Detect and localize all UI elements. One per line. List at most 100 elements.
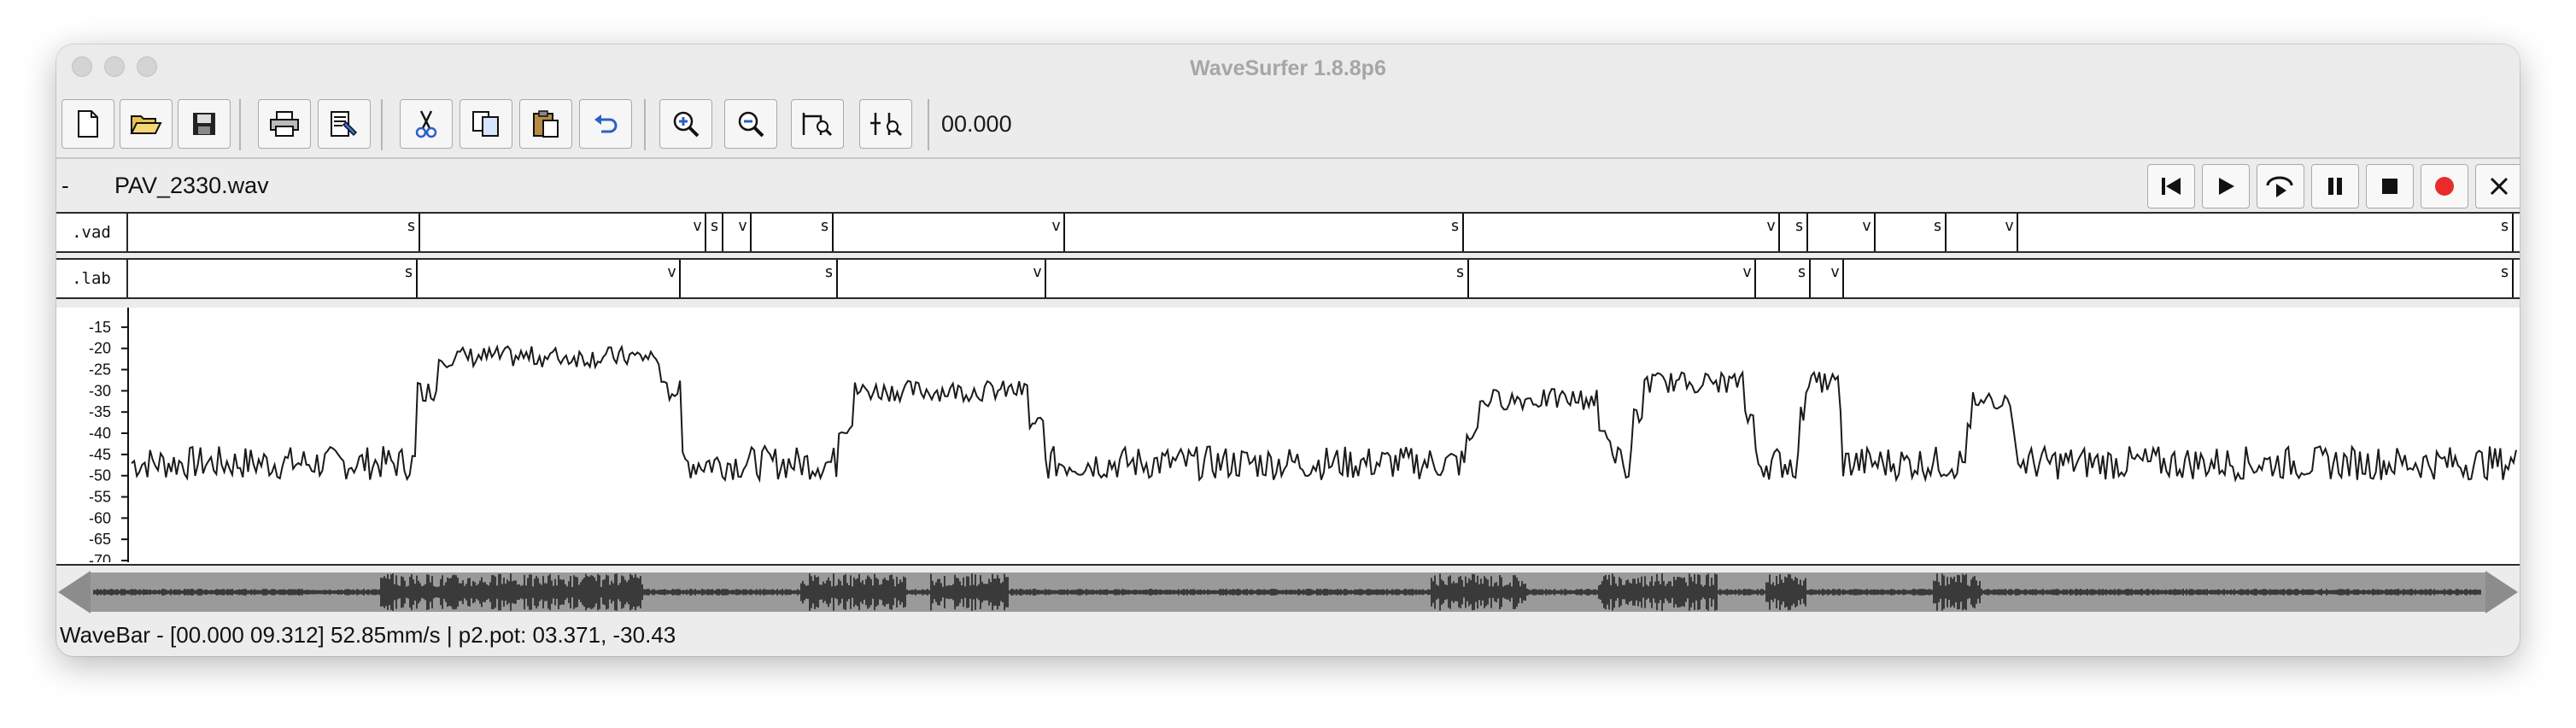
zoom-out-button[interactable] xyxy=(724,99,777,149)
lab-track-label: .lab xyxy=(56,260,128,297)
close-sound-button[interactable] xyxy=(2475,164,2520,208)
y-tick: -65 xyxy=(89,531,128,548)
sound-header: - PAV_2330.wav xyxy=(56,159,2520,214)
undo-button[interactable] xyxy=(579,99,632,149)
wavebar-left-handle[interactable] xyxy=(58,571,91,614)
segment-boundary[interactable]: s xyxy=(407,214,420,251)
stop-icon xyxy=(2382,179,2397,194)
segment-boundary[interactable]: v xyxy=(1862,214,1876,251)
svg-text:v: v xyxy=(667,263,676,281)
svg-text:s: s xyxy=(407,217,416,235)
segment-boundary[interactable]: v xyxy=(1051,214,1065,251)
loop-play-button[interactable] xyxy=(2257,164,2304,208)
record-button[interactable] xyxy=(2421,164,2468,208)
save-button[interactable] xyxy=(178,99,231,149)
svg-text:v: v xyxy=(693,217,702,235)
segment-boundary[interactable]: v xyxy=(1033,260,1046,297)
vad-marks: svsvsvsvsvsvs xyxy=(130,214,2520,251)
svg-text:v: v xyxy=(1830,263,1840,281)
svg-text:-40: -40 xyxy=(89,425,111,442)
cut-button[interactable] xyxy=(400,99,453,149)
svg-text:v: v xyxy=(1742,263,1752,281)
segment-boundary[interactable]: s xyxy=(1794,214,1808,251)
skip-back-button[interactable] xyxy=(2147,164,2195,208)
svg-text:v: v xyxy=(1766,217,1776,235)
wavebar[interactable] xyxy=(56,569,2520,615)
svg-text:v: v xyxy=(738,217,747,235)
app-window: WaveSurfer 1.8.8p6 00.000 - PAV_2330.wav… xyxy=(56,44,2520,656)
svg-text:v: v xyxy=(1862,217,1871,235)
segment-boundary[interactable]: v xyxy=(693,214,706,251)
zoom-selection-button[interactable] xyxy=(791,99,844,149)
segment-boundary[interactable]: s xyxy=(2500,260,2514,297)
time-display: 00.000 xyxy=(941,111,1012,137)
svg-text:-15: -15 xyxy=(89,319,111,336)
zoom-in-button[interactable] xyxy=(659,99,712,149)
open-folder-icon xyxy=(130,115,162,134)
copy-button[interactable] xyxy=(460,99,512,149)
segment-boundary[interactable]: v xyxy=(1742,260,1756,297)
segment-boundary[interactable]: v xyxy=(1766,214,1780,251)
lab-track[interactable]: .lab s v s v s v s v s xyxy=(56,258,2520,299)
segment-boundary[interactable]: s xyxy=(2500,214,2514,251)
y-tick: -70 xyxy=(89,552,128,562)
properties-button[interactable] xyxy=(318,99,371,149)
segment-boundary[interactable]: s xyxy=(1450,214,1464,251)
new-file-button[interactable] xyxy=(61,99,114,149)
segment-boundary[interactable]: s xyxy=(1455,260,1469,297)
power-plot-pane[interactable]: -15 -20 -25 -30 -35 -40 -45 -50 -55 -60 -65 -70 xyxy=(56,308,2520,566)
segment-boundary[interactable]: s xyxy=(1933,214,1947,251)
segment-boundary[interactable]: s xyxy=(824,260,838,297)
toolbar: 00.000 xyxy=(56,92,2520,159)
file-name: PAV_2330.wav xyxy=(114,173,269,198)
skip-back-icon xyxy=(2162,178,2181,195)
svg-text:v: v xyxy=(1033,263,1042,281)
print-button[interactable] xyxy=(258,99,311,149)
wavebar-right-handle[interactable] xyxy=(2485,571,2518,614)
svg-text:s: s xyxy=(820,217,829,235)
stop-button[interactable] xyxy=(2366,164,2414,208)
segment-boundary[interactable]: v xyxy=(667,260,681,297)
svg-text:-30: -30 xyxy=(89,382,111,399)
new-file-icon xyxy=(78,110,98,138)
svg-text:-70: -70 xyxy=(89,552,111,562)
y-tick: -55 xyxy=(89,489,128,506)
vad-track[interactable]: .vad svsvsvsvsvsvs xyxy=(56,212,2520,253)
collapse-toggle[interactable]: - xyxy=(61,173,69,199)
y-tick: -15 xyxy=(89,319,128,336)
status-bar: WaveBar - [00.000 09.312] 52.85mm/s | p2… xyxy=(60,622,676,648)
svg-text:-55: -55 xyxy=(89,489,111,506)
svg-text:s: s xyxy=(824,263,834,281)
copy-icon xyxy=(472,111,499,137)
svg-text:s: s xyxy=(1794,217,1804,235)
segment-boundary[interactable]: v xyxy=(1830,260,1844,297)
svg-text:-45: -45 xyxy=(89,446,111,463)
zoom-selection-icon xyxy=(802,113,833,137)
paste-icon xyxy=(533,110,559,138)
svg-text:v: v xyxy=(2005,217,2014,235)
y-tick: -25 xyxy=(89,361,128,379)
y-tick: -45 xyxy=(89,446,128,463)
play-button[interactable] xyxy=(2202,164,2250,208)
title-bar: WaveSurfer 1.8.8p6 xyxy=(56,44,2520,93)
segment-boundary[interactable]: v xyxy=(2005,214,2018,251)
scissors-icon xyxy=(415,110,437,138)
segment-boundary[interactable]: s xyxy=(820,214,834,251)
loop-play-icon xyxy=(2266,176,2293,197)
segment-boundary[interactable]: s xyxy=(404,260,418,297)
segment-boundary[interactable]: s xyxy=(1797,260,1811,297)
pause-button[interactable] xyxy=(2311,164,2359,208)
y-tick: -40 xyxy=(89,425,128,442)
svg-text:-65: -65 xyxy=(89,531,111,548)
svg-text:s: s xyxy=(1450,217,1460,235)
properties-icon xyxy=(331,111,358,137)
zoom-out-icon xyxy=(738,111,764,138)
segment-boundary[interactable]: s xyxy=(710,214,723,251)
y-tick: -50 xyxy=(89,467,128,484)
svg-text:-25: -25 xyxy=(89,361,111,379)
svg-text:s: s xyxy=(1455,263,1465,281)
zoom-all-button[interactable] xyxy=(859,99,912,149)
open-file-button[interactable] xyxy=(120,99,173,149)
paste-button[interactable] xyxy=(519,99,572,149)
segment-boundary[interactable]: v xyxy=(738,214,752,251)
